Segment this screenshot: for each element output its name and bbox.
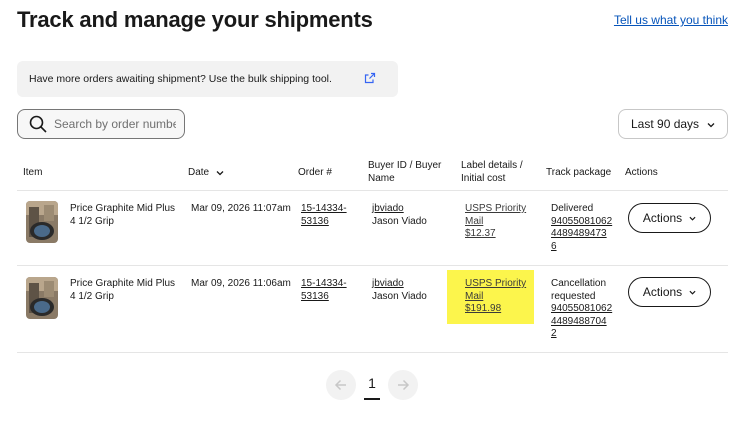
shipment-status-line1: Cancellation — [551, 278, 607, 289]
search-input[interactable] — [54, 117, 176, 131]
tracking-number-link[interactable]: 94055081062 4489488704 2 — [551, 303, 612, 341]
order-number-link[interactable]: 15-14334- 53136 — [301, 203, 347, 228]
item-title-line2: 4 1/2 Grip — [70, 215, 114, 227]
item-title-line2: 4 1/2 Grip — [70, 290, 114, 302]
tracking-line1: 94055081062 — [551, 215, 613, 227]
column-header-buyer-line1: Buyer ID / Buyer — [368, 160, 442, 171]
buyer-id-link[interactable]: jbviado — [372, 203, 427, 216]
order-number-link[interactable]: 15-14334- 53136 — [301, 278, 347, 303]
label-service-line1: USPS Priority — [465, 203, 527, 214]
previous-page-button[interactable] — [326, 370, 356, 400]
tracking-number-link[interactable]: 94055081062 4489489473 6 — [551, 216, 612, 254]
item-title[interactable]: Price Graphite Mid Plus 4 1/2 Grip — [70, 278, 175, 303]
column-header-track: Track package — [546, 167, 612, 178]
buyer-name: Jason Viado — [372, 215, 427, 227]
buyer-info: jbviado Jason Viado — [372, 203, 427, 228]
external-link-icon[interactable] — [364, 72, 376, 84]
order-number-line1: 15-14334- — [301, 203, 347, 214]
column-header-label: Label details / Initial cost — [461, 159, 523, 185]
search-icon — [29, 115, 47, 133]
item-title[interactable]: Price Graphite Mid Plus 4 1/2 Grip — [70, 203, 175, 228]
tracking-line1: 94055081062 — [551, 303, 613, 314]
order-search-box[interactable] — [17, 109, 185, 139]
order-date: Mar 09, 2026 11:06am — [191, 278, 291, 289]
shipment-status-line2: requested — [551, 290, 596, 302]
order-number-line2: 53136 — [301, 215, 329, 227]
date-range-select[interactable]: Last 90 days — [618, 109, 728, 139]
date-range-value: Last 90 days — [631, 117, 700, 131]
column-header-actions: Actions — [625, 167, 658, 178]
buyer-info: jbviado Jason Viado — [372, 278, 427, 303]
column-header-order: Order # — [298, 167, 332, 178]
label-service-line2: Mail — [465, 215, 484, 227]
label-details-link[interactable]: USPS Priority Mail $12.37 — [465, 203, 526, 241]
sort-chevron-icon — [216, 170, 224, 175]
tracking-line3: 6 — [551, 240, 557, 252]
actions-button[interactable]: Actions — [628, 277, 711, 307]
label-service-line2: Mail — [465, 290, 484, 302]
table-bottom-divider — [17, 352, 728, 353]
next-page-button[interactable] — [388, 370, 418, 400]
tracking-line2: 4489488704 — [551, 315, 607, 327]
label-cost: $191.98 — [465, 303, 502, 314]
order-date: Mar 09, 2026 11:07am — [191, 203, 291, 214]
column-header-buyer: Buyer ID / Buyer Name — [368, 159, 441, 185]
arrow-right-icon — [398, 379, 410, 391]
column-header-item: Item — [23, 167, 43, 178]
table-divider — [17, 190, 728, 191]
item-title-line1: Price Graphite Mid Plus — [70, 203, 176, 214]
label-service-line1: USPS Priority — [465, 278, 527, 289]
track-package: Cancellation requested 94055081062 44894… — [551, 278, 612, 341]
bulk-shipping-banner: Have more orders awaiting shipment? Use … — [17, 61, 398, 97]
column-header-date[interactable]: Date — [188, 166, 224, 179]
track-package: Delivered 94055081062 4489489473 6 — [551, 203, 612, 253]
current-page-number[interactable]: 1 — [364, 375, 380, 391]
item-thumbnail[interactable] — [26, 201, 58, 243]
buyer-name: Jason Viado — [372, 290, 427, 302]
chevron-down-icon — [689, 216, 696, 221]
actions-button-label: Actions — [642, 285, 683, 299]
buyer-id-link[interactable]: jbviado — [372, 278, 427, 291]
page-title: Track and manage your shipments — [17, 7, 373, 32]
arrow-left-icon — [334, 379, 346, 391]
tracking-line2: 4489489473 — [551, 228, 607, 239]
label-cost: $12.37 — [465, 228, 496, 239]
chevron-down-icon — [707, 123, 715, 128]
column-header-date-label: Date — [188, 167, 210, 178]
banner-text: Have more orders awaiting shipment? Use … — [29, 73, 332, 85]
order-number-line2: 53136 — [301, 290, 329, 302]
current-page-indicator — [364, 398, 380, 400]
column-header-buyer-line2: Name — [368, 173, 395, 184]
tracking-line3: 2 — [551, 328, 557, 339]
column-header-label-line2: Initial cost — [461, 173, 506, 184]
label-details-link[interactable]: USPS Priority Mail $191.98 — [465, 278, 526, 316]
column-header-label-line1: Label details / — [461, 160, 523, 171]
shipment-status: Delivered — [551, 203, 594, 214]
actions-button[interactable]: Actions — [628, 203, 711, 233]
feedback-link[interactable]: Tell us what you think — [614, 13, 728, 27]
row-divider — [17, 265, 728, 266]
item-thumbnail[interactable] — [26, 277, 58, 319]
chevron-down-icon — [689, 290, 696, 295]
order-number-line1: 15-14334- — [301, 278, 347, 289]
item-title-line1: Price Graphite Mid Plus — [70, 278, 176, 289]
actions-button-label: Actions — [642, 211, 683, 225]
